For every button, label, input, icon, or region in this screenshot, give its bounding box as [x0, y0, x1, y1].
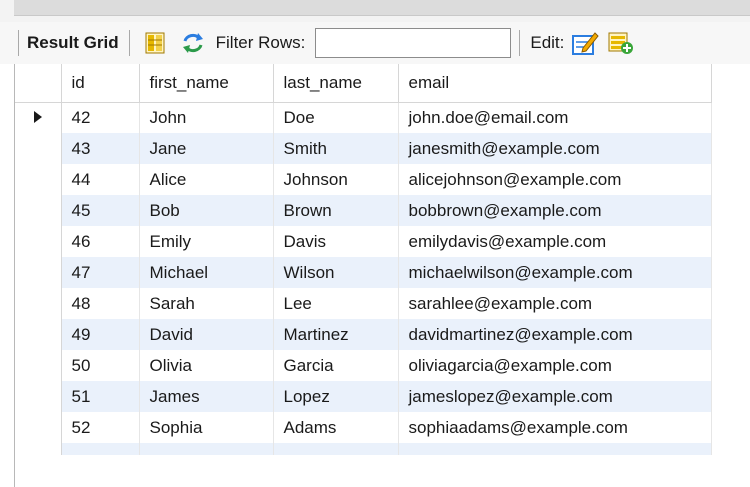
cell-email[interactable]	[398, 443, 712, 455]
cell-first-name[interactable]: Sophia	[139, 412, 274, 443]
cell-first-name[interactable]: Bob	[139, 195, 274, 226]
cell-last-name[interactable]: Adams	[273, 412, 399, 443]
row-selector[interactable]	[15, 412, 62, 443]
cell-id[interactable]: 47	[61, 257, 140, 288]
toolbar-separator	[18, 30, 19, 56]
row-selector[interactable]	[15, 381, 62, 412]
table-row[interactable]: 44 Alice Johnson alicejohnson@example.co…	[15, 164, 712, 195]
cell-email[interactable]: emilydavis@example.com	[398, 226, 712, 257]
cell-id[interactable]: 44	[61, 164, 140, 195]
cell-id[interactable]: 51	[61, 381, 140, 412]
add-row-icon	[608, 32, 634, 54]
cell-id[interactable]: 46	[61, 226, 140, 257]
cell-last-name[interactable]: Wilson	[273, 257, 399, 288]
cell-first-name[interactable]: David	[139, 319, 274, 350]
cell-last-name[interactable]: Garcia	[273, 350, 399, 381]
cell-first-name[interactable]: Olivia	[139, 350, 274, 381]
form-editor-button[interactable]	[140, 28, 170, 58]
cell-last-name[interactable]: Davis	[273, 226, 399, 257]
table-row[interactable]: 42 John Doe john.doe@email.com	[15, 102, 712, 133]
add-row-button[interactable]	[606, 28, 636, 58]
toolbar-separator	[128, 30, 130, 56]
row-selector[interactable]	[15, 226, 62, 257]
cell-last-name[interactable]: Lopez	[273, 381, 399, 412]
column-header-first-name[interactable]: first_name	[139, 64, 274, 103]
column-header-id[interactable]: id	[61, 64, 140, 103]
row-selector[interactable]	[15, 288, 62, 319]
cell-first-name[interactable]: James	[139, 381, 274, 412]
row-selector[interactable]	[15, 350, 62, 381]
row-selector[interactable]	[15, 257, 62, 288]
result-grid-tab[interactable]: Result Grid	[27, 33, 119, 53]
cell-first-name[interactable]	[139, 443, 274, 455]
result-table: id first_name last_name email 42 John Do…	[15, 64, 712, 455]
table-row[interactable]	[15, 443, 712, 455]
cell-email[interactable]: john.doe@email.com	[398, 102, 712, 133]
cell-email[interactable]: alicejohnson@example.com	[398, 164, 712, 195]
top-strip	[0, 0, 750, 22]
cell-last-name[interactable]: Brown	[273, 195, 399, 226]
toolbar-separator	[519, 30, 521, 56]
edit-label: Edit:	[530, 33, 565, 52]
filter-rows-input[interactable]	[315, 28, 512, 58]
cell-email[interactable]: janesmith@example.com	[398, 133, 712, 164]
table-row[interactable]: 49 David Martinez davidmartinez@example.…	[15, 319, 712, 350]
cell-first-name[interactable]: John	[139, 102, 274, 133]
current-row-arrow-icon	[33, 110, 42, 123]
row-selector[interactable]	[15, 319, 62, 350]
column-header-last-name[interactable]: last_name	[273, 64, 399, 103]
edit-pencil-icon	[572, 32, 600, 55]
column-header-email[interactable]: email	[398, 64, 712, 103]
cell-last-name[interactable]: Lee	[273, 288, 399, 319]
table-row[interactable]: 47 Michael Wilson michaelwilson@example.…	[15, 257, 712, 288]
table-row[interactable]: 52 Sophia Adams sophiaadams@example.com	[15, 412, 712, 443]
cell-last-name[interactable]: Smith	[273, 133, 399, 164]
table-row[interactable]: 45 Bob Brown bobbrown@example.com	[15, 195, 712, 226]
table-row[interactable]: 43 Jane Smith janesmith@example.com	[15, 133, 712, 164]
cell-first-name[interactable]: Jane	[139, 133, 274, 164]
cell-last-name[interactable]: Johnson	[273, 164, 399, 195]
cell-id[interactable]: 43	[61, 133, 140, 164]
row-header-corner	[15, 64, 62, 103]
edit-button[interactable]	[570, 28, 600, 58]
result-grid[interactable]: id first_name last_name email 42 John Do…	[14, 64, 750, 487]
refresh-button[interactable]	[178, 28, 208, 58]
row-selector[interactable]	[15, 195, 62, 226]
cell-first-name[interactable]: Alice	[139, 164, 274, 195]
cell-id[interactable]: 42	[61, 102, 140, 133]
cell-email[interactable]: sarahlee@example.com	[398, 288, 712, 319]
cell-first-name[interactable]: Sarah	[139, 288, 274, 319]
cell-email[interactable]: oliviagarcia@example.com	[398, 350, 712, 381]
cell-email[interactable]: davidmartinez@example.com	[398, 319, 712, 350]
result-toolbar: Result Grid Filter Rows: Edit:	[0, 22, 750, 64]
cell-email[interactable]: jameslopez@example.com	[398, 381, 712, 412]
cell-id[interactable]: 52	[61, 412, 140, 443]
row-selector[interactable]	[15, 133, 62, 164]
row-selector[interactable]	[15, 443, 62, 455]
refresh-icon	[182, 33, 203, 53]
cell-id[interactable]: 49	[61, 319, 140, 350]
table-row[interactable]: 46 Emily Davis emilydavis@example.com	[15, 226, 712, 257]
cell-id[interactable]: 45	[61, 195, 140, 226]
cell-last-name[interactable]	[273, 443, 399, 455]
table-row[interactable]: 51 James Lopez jameslopez@example.com	[15, 381, 712, 412]
cell-id[interactable]	[61, 443, 140, 455]
cell-first-name[interactable]: Michael	[139, 257, 274, 288]
table-row[interactable]: 48 Sarah Lee sarahlee@example.com	[15, 288, 712, 319]
cell-id[interactable]: 48	[61, 288, 140, 319]
cell-first-name[interactable]: Emily	[139, 226, 274, 257]
cell-id[interactable]: 50	[61, 350, 140, 381]
row-selector[interactable]	[15, 164, 62, 195]
cell-email[interactable]: michaelwilson@example.com	[398, 257, 712, 288]
header-row: id first_name last_name email	[15, 64, 712, 103]
row-selector[interactable]	[15, 102, 62, 133]
cell-last-name[interactable]: Doe	[273, 102, 399, 133]
form-editor-icon	[145, 32, 165, 54]
table-row[interactable]: 50 Olivia Garcia oliviagarcia@example.co…	[15, 350, 712, 381]
cell-email[interactable]: bobbrown@example.com	[398, 195, 712, 226]
top-bar	[14, 0, 750, 16]
cell-email[interactable]: sophiaadams@example.com	[398, 412, 712, 443]
cell-last-name[interactable]: Martinez	[273, 319, 399, 350]
filter-rows-label: Filter Rows:	[215, 33, 306, 52]
